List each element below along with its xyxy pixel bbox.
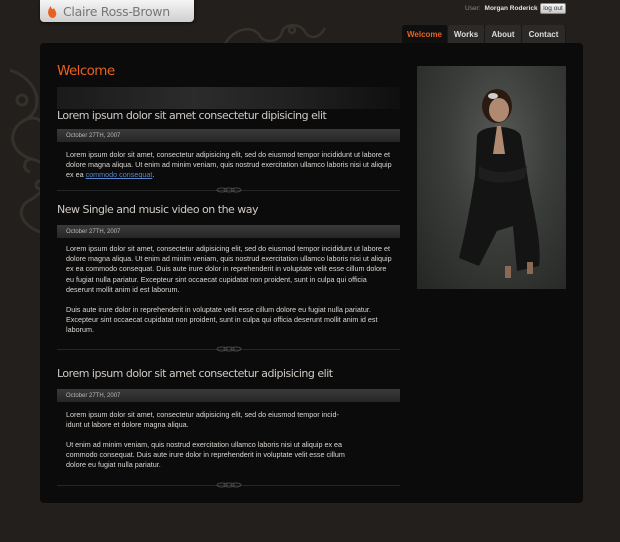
post-paragraph: Duis aute irure dolor in reprehenderit i… (66, 305, 378, 335)
post: Lorem ipsum dolor sit amet consectetur d… (57, 105, 400, 194)
post-divider (57, 186, 400, 194)
post-date: October 27TH, 2007 (57, 389, 400, 402)
tab-welcome[interactable]: Welcome (402, 25, 448, 43)
post-link-tail: . (152, 170, 155, 180)
user-name: Morgan Roderick (484, 5, 538, 12)
post-title[interactable]: New Single and music video on the way (57, 203, 400, 217)
content-column: Welcome Lorem ipsum dolor sit amet conse… (57, 60, 400, 489)
post-paragraph: Lorem ipsum dolor sit amet, consectetur … (66, 410, 339, 430)
post-date: October 27TH, 2007 (57, 225, 400, 238)
tab-works[interactable]: Works (448, 25, 485, 43)
logo-text: Claire Ross-Brown (63, 3, 170, 19)
post-divider (57, 345, 400, 353)
post: Lorem ipsum dolor sit amet consectetur a… (57, 367, 400, 489)
flame-logo-icon (48, 6, 57, 18)
post-paragraph: Ut enim ad minim veniam, quis nostrud ex… (66, 440, 345, 470)
post-divider (57, 481, 400, 489)
tab-about[interactable]: About (485, 25, 522, 43)
tab-contact[interactable]: Contact (522, 25, 566, 43)
ornament-divider-icon (216, 482, 241, 488)
main-nav: Welcome Works About Contact (402, 25, 566, 43)
post-body: Lorem ipsum dolor sit amet, consectetur … (57, 244, 400, 336)
post-link[interactable]: commodo consequat (86, 170, 153, 179)
ornament-divider-icon (216, 346, 241, 352)
logout-button[interactable]: log out (540, 3, 566, 14)
user-info: User: Morgan Roderick (465, 3, 538, 14)
post-date: October 27TH, 2007 (57, 129, 400, 142)
ornament-divider-icon (216, 187, 241, 193)
post-body: Lorem ipsum dolor sit amet, consectetur … (57, 410, 400, 471)
artist-photo (417, 66, 566, 289)
post-title[interactable]: Lorem ipsum dolor sit amet consectetur d… (57, 105, 400, 127)
site-logo[interactable]: Claire Ross-Brown (40, 0, 194, 22)
page-title: Welcome (57, 63, 115, 79)
artist-figure (459, 89, 540, 278)
user-label: User: (465, 5, 481, 12)
post-body: Lorem ipsum dolor sit amet, consectetur … (57, 150, 400, 182)
post-title[interactable]: Lorem ipsum dolor sit amet consectetur a… (57, 367, 400, 381)
post-paragraph: Lorem ipsum dolor sit amet, consectetur … (66, 244, 392, 294)
post: New Single and music video on the way Oc… (57, 203, 400, 353)
